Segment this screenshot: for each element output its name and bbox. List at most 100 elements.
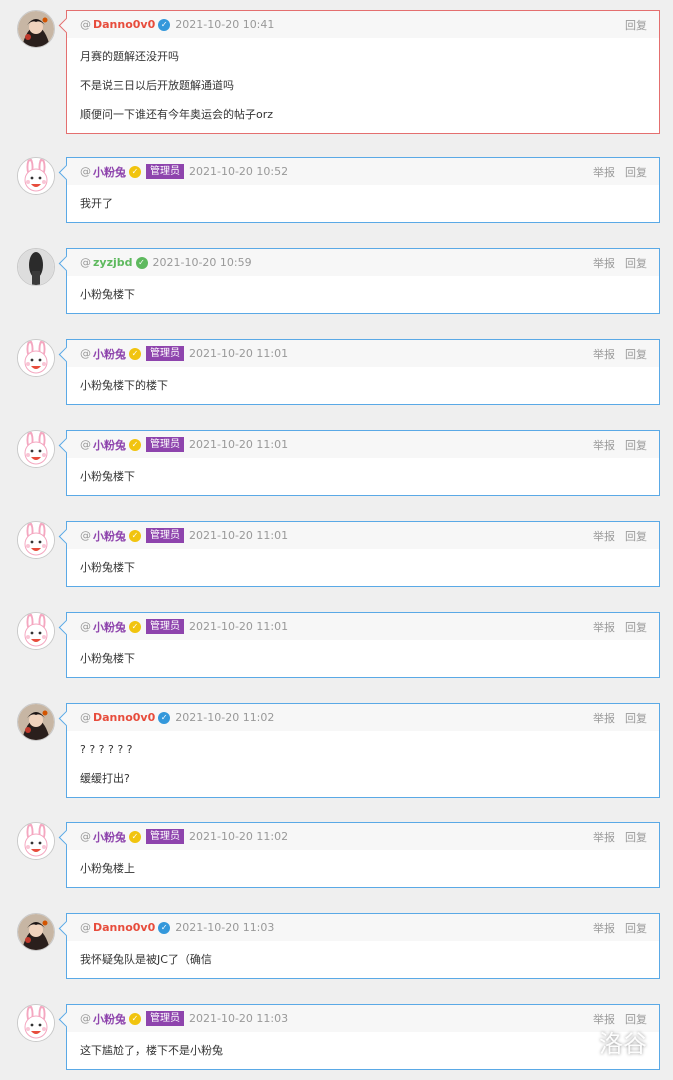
avatar[interactable] — [17, 10, 55, 48]
post-meta: @ 小粉兔 ✓ 管理员 2021-10-20 11:01 举报 回复 — [67, 340, 659, 367]
username-link[interactable]: zyzjbd — [93, 256, 133, 269]
report-button[interactable]: 举报 — [593, 346, 615, 362]
bunny-avatar-icon — [18, 431, 54, 467]
admin-tag: 管理员 — [146, 829, 184, 844]
report-button[interactable]: 举报 — [593, 619, 615, 635]
avatar[interactable] — [17, 430, 55, 468]
post-timestamp: 2021-10-20 11:02 — [189, 830, 289, 843]
avatar[interactable] — [17, 822, 55, 860]
reply-card: @ 小粉兔 ✓ 管理员 2021-10-20 11:02 举报 回复 小粉兔楼上 — [66, 822, 660, 888]
bunny-avatar-icon — [18, 613, 54, 649]
reply-button[interactable]: 回复 — [625, 346, 647, 362]
reply-card: @ 小粉兔 ✓ 管理员 2021-10-20 11:01 举报 回复小粉兔楼下 — [66, 521, 660, 587]
post-meta: @ 小粉兔 ✓ 管理员 2021-10-20 11:01 举报 回复 — [67, 522, 659, 549]
post-text-line: 小粉兔楼上 — [80, 862, 135, 875]
mention-symbol: @ — [80, 711, 91, 724]
post-body: ? ? ? ? ? ? 缓缓打出? — [67, 731, 659, 797]
avatar[interactable] — [17, 703, 55, 741]
post-actions: 举报 回复 — [583, 340, 647, 367]
post-timestamp: 2021-10-20 11:03 — [175, 921, 275, 934]
bunny-avatar-icon — [18, 823, 54, 859]
reply-button[interactable]: 回复 — [625, 829, 647, 845]
post-meta: @ Danno0v0 ✓ 2021-10-20 11:03 举报 回复 — [67, 914, 659, 941]
report-button[interactable]: 举报 — [593, 920, 615, 936]
avatar[interactable] — [17, 612, 55, 650]
reply-button[interactable]: 回复 — [625, 164, 647, 180]
reply-button[interactable]: 回复 — [625, 528, 647, 544]
bunny-avatar-icon — [18, 340, 54, 376]
reply-card: @ 小粉兔 ✓ 管理员 2021-10-20 11:01 举报 回复 小粉兔楼下 — [66, 612, 660, 678]
username-link[interactable]: Danno0v0 — [93, 18, 155, 31]
username-link[interactable]: Danno0v0 — [93, 711, 155, 724]
post-body: 我开了 — [67, 185, 659, 222]
avatar[interactable] — [17, 339, 55, 377]
mention-symbol: @ — [80, 18, 91, 31]
avatar[interactable] — [17, 913, 55, 951]
post-text-line: 这下尴尬了，楼下不是小粉兔 — [80, 1044, 223, 1057]
admin-tag: 管理员 — [146, 346, 184, 361]
original-post-card: @ Danno0v0 ✓ 2021-10-20 10:41 回复 月赛的题解还没开吗 不是说… — [66, 10, 660, 134]
dark-avatar-icon — [18, 249, 54, 285]
avatar[interactable] — [17, 1004, 55, 1042]
report-button[interactable]: 举报 — [593, 164, 615, 180]
verified-check-icon: ✓ — [135, 256, 148, 269]
report-button[interactable]: 举报 — [593, 437, 615, 453]
anime-avatar-icon — [18, 704, 54, 740]
report-button[interactable]: 举报 — [593, 829, 615, 845]
post-body: 小粉兔楼上 — [67, 850, 659, 887]
username-link[interactable]: 小粉兔 — [93, 346, 126, 362]
username-link[interactable]: 小粉兔 — [93, 619, 126, 635]
post-timestamp: 2021-10-20 11:01 — [189, 438, 289, 451]
avatar[interactable] — [17, 157, 55, 195]
post-meta: @ 小粉兔 ✓ 管理员 2021-10-20 11:03 举报 回复 — [67, 1005, 659, 1032]
verified-check-icon: ✓ — [129, 529, 141, 542]
post-meta: @ Danno0v0 ✓ 2021-10-20 11:02 举报 回复 — [67, 704, 659, 731]
admin-tag: 管理员 — [146, 619, 184, 634]
report-button[interactable]: 举报 — [593, 710, 615, 726]
post-text-line: ? ? ? ? ? ? — [80, 743, 133, 756]
bunny-avatar-icon — [18, 158, 54, 194]
verified-check-icon: ✓ — [129, 438, 141, 451]
post-timestamp: 2021-10-20 11:01 — [189, 347, 289, 360]
post-actions: 举报 回复 — [583, 823, 647, 850]
post-body: 小粉兔楼下 — [67, 276, 659, 313]
reply-button[interactable]: 回复 — [625, 710, 647, 726]
post-body: 小粉兔楼下的楼下 — [67, 367, 659, 404]
username-link[interactable]: 小粉兔 — [93, 164, 126, 180]
post-timestamp: 2021-10-20 11:01 — [189, 620, 289, 633]
anime-avatar-icon — [18, 914, 54, 950]
mention-symbol: @ — [80, 256, 91, 269]
reply-button[interactable]: 回复 — [625, 17, 647, 33]
reply-button[interactable]: 回复 — [625, 920, 647, 936]
post-timestamp: 2021-10-20 11:02 — [175, 711, 275, 724]
reply-button[interactable]: 回复 — [625, 437, 647, 453]
post-text-line: 小粉兔楼下的楼下 — [80, 379, 168, 392]
bunny-avatar-icon — [18, 1005, 54, 1041]
report-button[interactable]: 举报 — [593, 528, 615, 544]
post-text-line: 我怀疑兔队是被JC了（确信 — [80, 953, 212, 966]
anime-avatar-icon — [18, 11, 54, 47]
avatar[interactable] — [17, 248, 55, 286]
verified-check-icon: ✓ — [158, 18, 171, 31]
reply-card: @ 小粉兔 ✓ 管理员 2021-10-20 11:01 举报 回复 小粉兔楼下的楼下 — [66, 339, 660, 405]
post-text-line: 我开了 — [80, 197, 113, 210]
username-link[interactable]: Danno0v0 — [93, 921, 155, 934]
verified-check-icon: ✓ — [129, 830, 141, 843]
username-link[interactable]: 小粉兔 — [93, 829, 126, 845]
reply-button[interactable]: 回复 — [625, 619, 647, 635]
post-text-line: 小粉兔楼下 — [80, 561, 135, 574]
avatar[interactable] — [17, 521, 55, 559]
username-link[interactable]: 小粉兔 — [93, 528, 126, 544]
username-link[interactable]: 小粉兔 — [93, 437, 126, 453]
report-button[interactable]: 举报 — [593, 255, 615, 271]
reply-button[interactable]: 回复 — [625, 255, 647, 271]
discussion-feed: @ Danno0v0 ✓ 2021-10-20 10:41 回复 月赛的题解还没开吗 不是说… — [0, 0, 673, 1080]
username-link[interactable]: 小粉兔 — [93, 1011, 126, 1027]
verified-check-icon: ✓ — [129, 620, 141, 633]
admin-tag: 管理员 — [146, 437, 184, 452]
post-text-line: 月赛的题解还没开吗 — [80, 50, 179, 63]
post-meta: @ 小粉兔 ✓ 管理员 2021-10-20 10:52 举报 回复 — [67, 158, 659, 185]
watermark: 洛谷 — [599, 1030, 647, 1058]
mention-symbol: @ — [80, 347, 91, 360]
admin-tag: 管理员 — [146, 164, 184, 179]
